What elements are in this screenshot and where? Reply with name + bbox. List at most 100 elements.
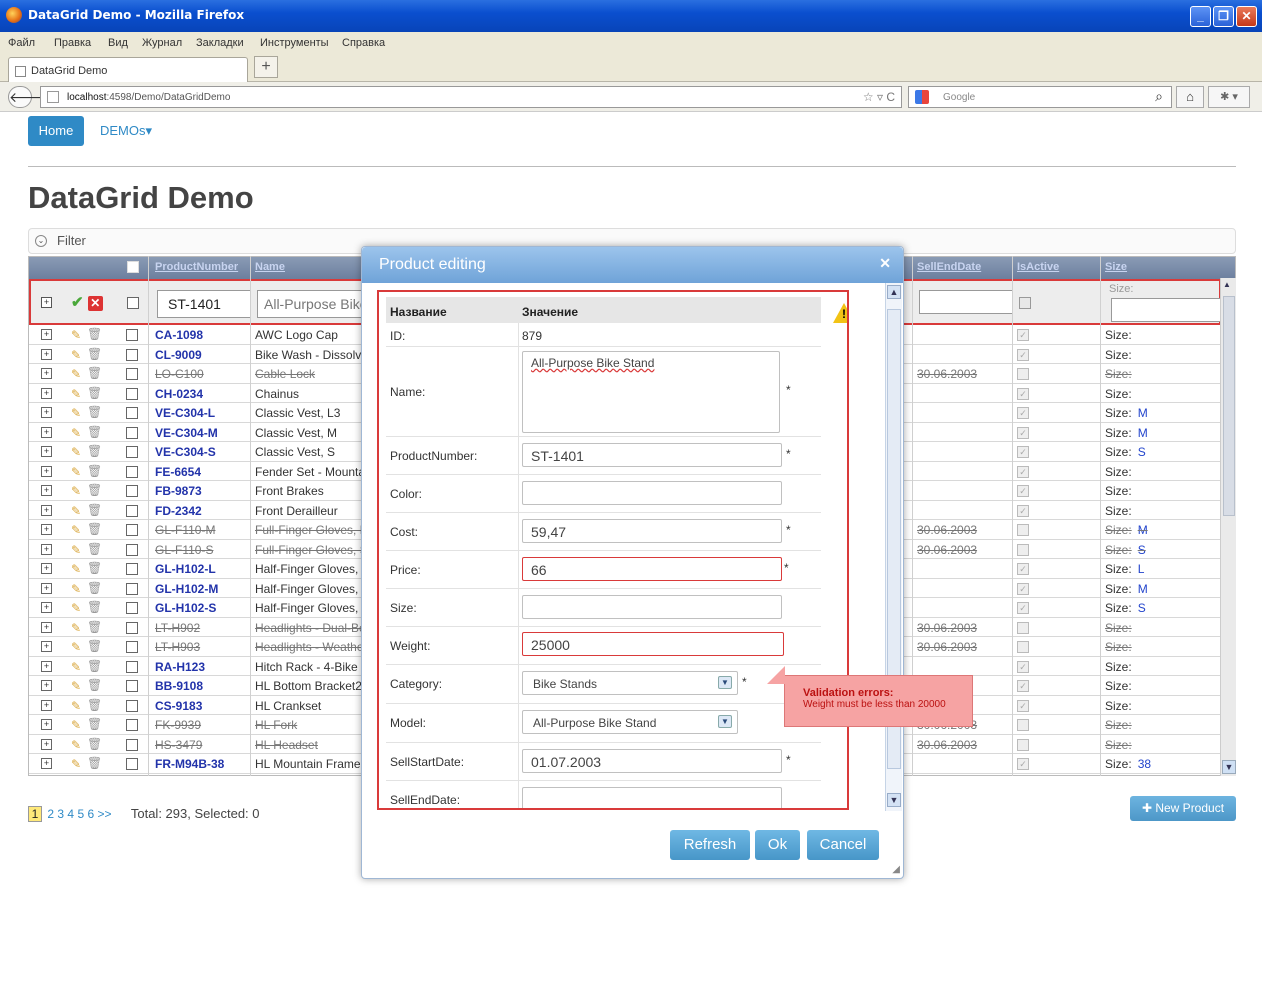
edit-pencil-icon[interactable]: ✎ bbox=[71, 757, 81, 771]
row-checkbox[interactable] bbox=[126, 758, 138, 770]
col-size[interactable]: Size bbox=[1105, 261, 1127, 273]
menu-view[interactable]: Вид bbox=[108, 37, 128, 49]
delete-trash-icon[interactable]: 🗑 bbox=[87, 698, 102, 712]
cell-productnumber[interactable]: HS-3479 bbox=[155, 738, 202, 752]
cell-productnumber[interactable]: FB-9873 bbox=[155, 484, 202, 498]
expand-icon[interactable]: + bbox=[41, 719, 52, 730]
edit-pencil-icon[interactable]: ✎ bbox=[71, 738, 81, 752]
new-tab-button[interactable]: + bbox=[254, 56, 278, 78]
expand-icon[interactable]: + bbox=[41, 738, 52, 750]
edit-pencil-icon[interactable]: ✎ bbox=[71, 621, 81, 635]
expand-icon[interactable]: + bbox=[41, 368, 52, 379]
row-checkbox[interactable] bbox=[126, 504, 138, 517]
delete-trash-icon[interactable]: 🗑 bbox=[87, 503, 102, 517]
row-checkbox[interactable] bbox=[126, 738, 138, 751]
row-checkbox[interactable] bbox=[126, 543, 138, 556]
edit-pencil-icon[interactable]: ✎ bbox=[71, 387, 81, 401]
row-checkbox[interactable] bbox=[126, 621, 138, 634]
row-checkbox[interactable] bbox=[126, 368, 138, 380]
edit-pencil-icon[interactable]: ✎ bbox=[71, 543, 81, 557]
cell-productnumber[interactable]: GL-H102-S bbox=[155, 601, 216, 615]
edit-pencil-icon[interactable]: ✎ bbox=[71, 465, 81, 479]
delete-trash-icon[interactable]: 🗑 bbox=[87, 756, 102, 770]
addons-button[interactable]: ✱ ▾ bbox=[1208, 86, 1250, 108]
expand-icon[interactable]: + bbox=[41, 426, 52, 438]
page-link[interactable]: 6 bbox=[87, 807, 94, 821]
google-engine-icon[interactable] bbox=[915, 90, 929, 104]
row-checkbox[interactable] bbox=[126, 329, 138, 341]
size-input[interactable] bbox=[522, 595, 782, 619]
scroll-down-icon[interactable]: ▼ bbox=[887, 793, 901, 807]
edit-pencil-icon[interactable]: ✎ bbox=[71, 718, 81, 732]
close-window-button[interactable]: ✕ bbox=[1236, 6, 1257, 27]
row-checkbox[interactable] bbox=[126, 699, 138, 712]
cell-productnumber[interactable]: CA-1098 bbox=[155, 328, 203, 342]
resize-grip-icon[interactable]: ◢ bbox=[892, 864, 900, 875]
cell-productnumber[interactable]: VE-C304-M bbox=[155, 426, 218, 440]
menu-edit[interactable]: Правка bbox=[54, 37, 91, 49]
expand-icon[interactable]: + bbox=[41, 563, 52, 574]
cell-productnumber[interactable]: FR-M94B-38 bbox=[155, 757, 224, 771]
edit-pencil-icon[interactable]: ✎ bbox=[71, 445, 81, 459]
row-checkbox[interactable] bbox=[126, 407, 138, 419]
menu-bookmarks[interactable]: Закладки bbox=[196, 37, 244, 49]
sellstartdate-input[interactable]: 01.07.2003 bbox=[522, 749, 782, 773]
category-select[interactable]: Bike Stands ▼ bbox=[522, 671, 738, 695]
cell-productnumber[interactable]: FE-6654 bbox=[155, 465, 201, 479]
edit-pencil-icon[interactable]: ✎ bbox=[71, 562, 81, 576]
edit-name-input[interactable]: All-Purpose Bike Stand bbox=[257, 290, 367, 318]
delete-trash-icon[interactable]: 🗑 bbox=[87, 561, 102, 575]
row-checkbox[interactable] bbox=[126, 641, 138, 653]
cell-productnumber[interactable]: VE-C304-L bbox=[155, 406, 215, 420]
page-current[interactable]: 1 bbox=[28, 806, 42, 822]
cell-productnumber[interactable]: CH-0234 bbox=[155, 387, 203, 401]
edit-pencil-icon[interactable]: ✎ bbox=[71, 523, 81, 537]
confirm-edit-icon[interactable]: ✔ bbox=[71, 294, 84, 311]
cell-productnumber[interactable]: LO-C100 bbox=[155, 367, 204, 381]
expand-icon[interactable]: + bbox=[41, 465, 52, 477]
delete-trash-icon[interactable]: 🗑 bbox=[87, 639, 102, 653]
expand-icon[interactable]: + bbox=[41, 504, 52, 516]
col-productnumber[interactable]: ProductNumber bbox=[155, 261, 238, 273]
edit-productnumber-input[interactable]: ST-1401 bbox=[157, 290, 251, 318]
page-next[interactable]: >> bbox=[98, 807, 112, 821]
cell-productnumber[interactable]: CL-9009 bbox=[155, 348, 202, 362]
edit-pencil-icon[interactable]: ✎ bbox=[71, 699, 81, 713]
expand-icon[interactable]: + bbox=[41, 699, 52, 711]
scroll-up-icon[interactable]: ▲ bbox=[887, 285, 901, 299]
delete-trash-icon[interactable]: 🗑 bbox=[87, 405, 102, 419]
row-checkbox[interactable] bbox=[126, 426, 138, 439]
delete-trash-icon[interactable]: 🗑 bbox=[87, 483, 102, 497]
grid-scroll-thumb[interactable] bbox=[1223, 296, 1235, 516]
row-checkbox[interactable] bbox=[126, 680, 138, 692]
row-checkbox[interactable] bbox=[126, 387, 138, 400]
model-select[interactable]: All-Purpose Bike Stand ▼ bbox=[522, 710, 738, 734]
price-input[interactable]: 66 bbox=[522, 557, 782, 581]
back-button[interactable]: 🡐 bbox=[8, 86, 47, 108]
menu-history[interactable]: Журнал bbox=[142, 37, 182, 49]
row-checkbox[interactable] bbox=[126, 602, 138, 614]
cancel-edit-icon[interactable]: ✕ bbox=[87, 296, 103, 311]
expand-icon[interactable]: + bbox=[41, 543, 52, 555]
select-all-checkbox[interactable] bbox=[127, 261, 139, 273]
page-link[interactable]: 4 bbox=[67, 807, 74, 821]
delete-trash-icon[interactable]: 🗑 bbox=[87, 327, 102, 341]
search-magnifier-icon[interactable]: ⌕ bbox=[1155, 88, 1163, 105]
new-product-button[interactable]: ✚ New Product bbox=[1130, 796, 1236, 821]
expand-icon[interactable]: + bbox=[41, 582, 52, 594]
expand-icon[interactable]: + bbox=[41, 621, 52, 633]
scroll-down-icon[interactable]: ▼ bbox=[1222, 760, 1236, 774]
row-checkbox[interactable] bbox=[126, 446, 138, 458]
edit-pencil-icon[interactable]: ✎ bbox=[71, 601, 81, 615]
expand-icon[interactable]: + bbox=[41, 348, 52, 360]
name-textarea[interactable]: All-Purpose Bike Stand bbox=[522, 351, 780, 433]
edit-size-input[interactable] bbox=[1111, 298, 1221, 322]
row-checkbox[interactable] bbox=[126, 465, 138, 478]
row-checkbox[interactable] bbox=[126, 348, 138, 361]
delete-trash-icon[interactable]: 🗑 bbox=[87, 620, 102, 634]
edit-pencil-icon[interactable]: ✎ bbox=[71, 679, 81, 693]
cell-productnumber[interactable]: LT-H903 bbox=[155, 640, 200, 654]
tab-datagrid-demo[interactable]: DataGrid Demo bbox=[8, 57, 248, 82]
edit-pencil-icon[interactable]: ✎ bbox=[71, 328, 81, 342]
expand-icon[interactable]: + bbox=[41, 297, 52, 308]
